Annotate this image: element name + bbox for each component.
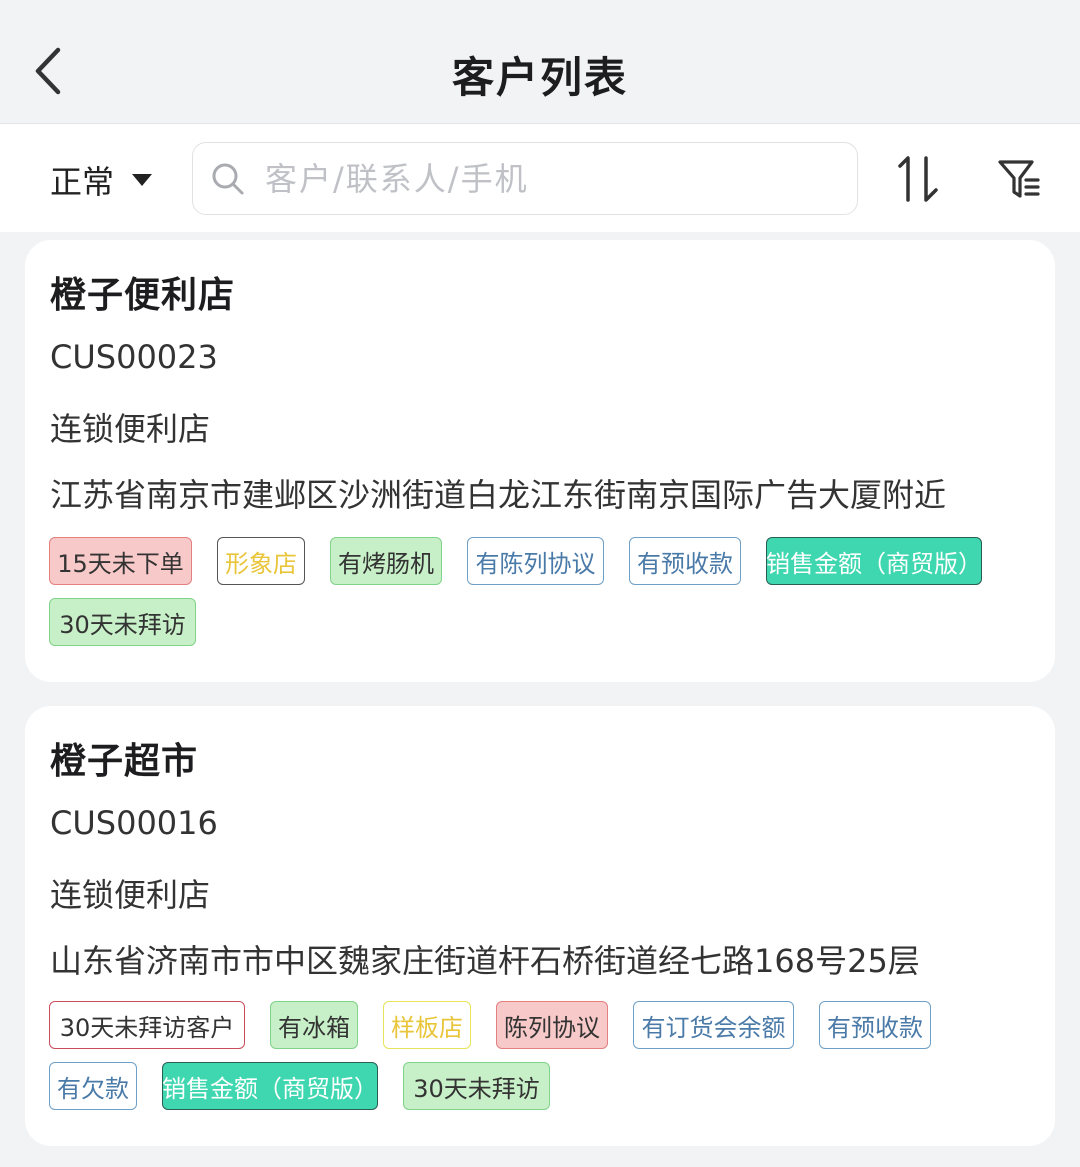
sort-icon[interactable] [896,154,944,204]
customer-tag[interactable]: 陈列协议 [496,1001,608,1049]
customer-tag[interactable]: 销售金额（商贸版） [162,1062,378,1110]
customer-tag[interactable]: 30天未拜访 [49,598,196,646]
customer-address: 江苏省南京市建邺区沙洲街道白龙江东街南京国际广告大厦附近 [50,476,947,514]
customer-tag[interactable]: 有预收款 [629,537,741,585]
customer-type: 连锁便利店 [50,410,211,448]
customer-address: 山东省济南市市中区魏家庄街道杆石桥街道经七路168号25层 [50,942,920,980]
customer-tag[interactable]: 形象店 [217,537,305,585]
customer-tag[interactable]: 15天未下单 [49,537,192,585]
customer-code: CUS00016 [50,804,218,842]
customer-tag[interactable]: 有欠款 [49,1062,137,1110]
customer-tag[interactable]: 有烤肠机 [330,537,442,585]
customer-card[interactable]: 橙子超市 CUS00016 连锁便利店 山东省济南市市中区魏家庄街道杆石桥街道经… [25,706,1055,1146]
nav-bar: 客户列表 [0,0,1080,124]
customer-tag[interactable]: 30天未拜访 [403,1062,550,1110]
customer-tag[interactable]: 样板店 [383,1001,471,1049]
toolbar: 正常 [0,124,1080,232]
search-input[interactable] [265,159,825,198]
customer-tag[interactable]: 30天未拜访客户 [49,1001,245,1049]
customer-name: 橙子超市 [50,741,199,782]
customer-tag[interactable]: 有陈列协议 [467,537,604,585]
customer-name: 橙子便利店 [50,275,236,316]
page-title: 客户列表 [451,53,628,102]
status-dropdown[interactable]: 正常 [50,158,153,202]
search-box[interactable] [192,142,858,215]
status-dropdown-label: 正常 [50,163,115,201]
customer-code: CUS00023 [50,338,218,376]
filter-icon[interactable] [996,156,1042,202]
customer-tag[interactable]: 有订货会余额 [633,1001,794,1049]
customer-card[interactable]: 橙子便利店 CUS00023 连锁便利店 江苏省南京市建邺区沙洲街道白龙江东街南… [25,240,1055,682]
customer-type: 连锁便利店 [50,876,211,914]
caret-down-icon [132,174,153,186]
customer-tag[interactable]: 销售金额（商贸版） [766,537,982,585]
customer-tag[interactable]: 有预收款 [819,1001,931,1049]
customer-tag[interactable]: 有冰箱 [270,1001,358,1049]
search-icon [212,163,244,194]
